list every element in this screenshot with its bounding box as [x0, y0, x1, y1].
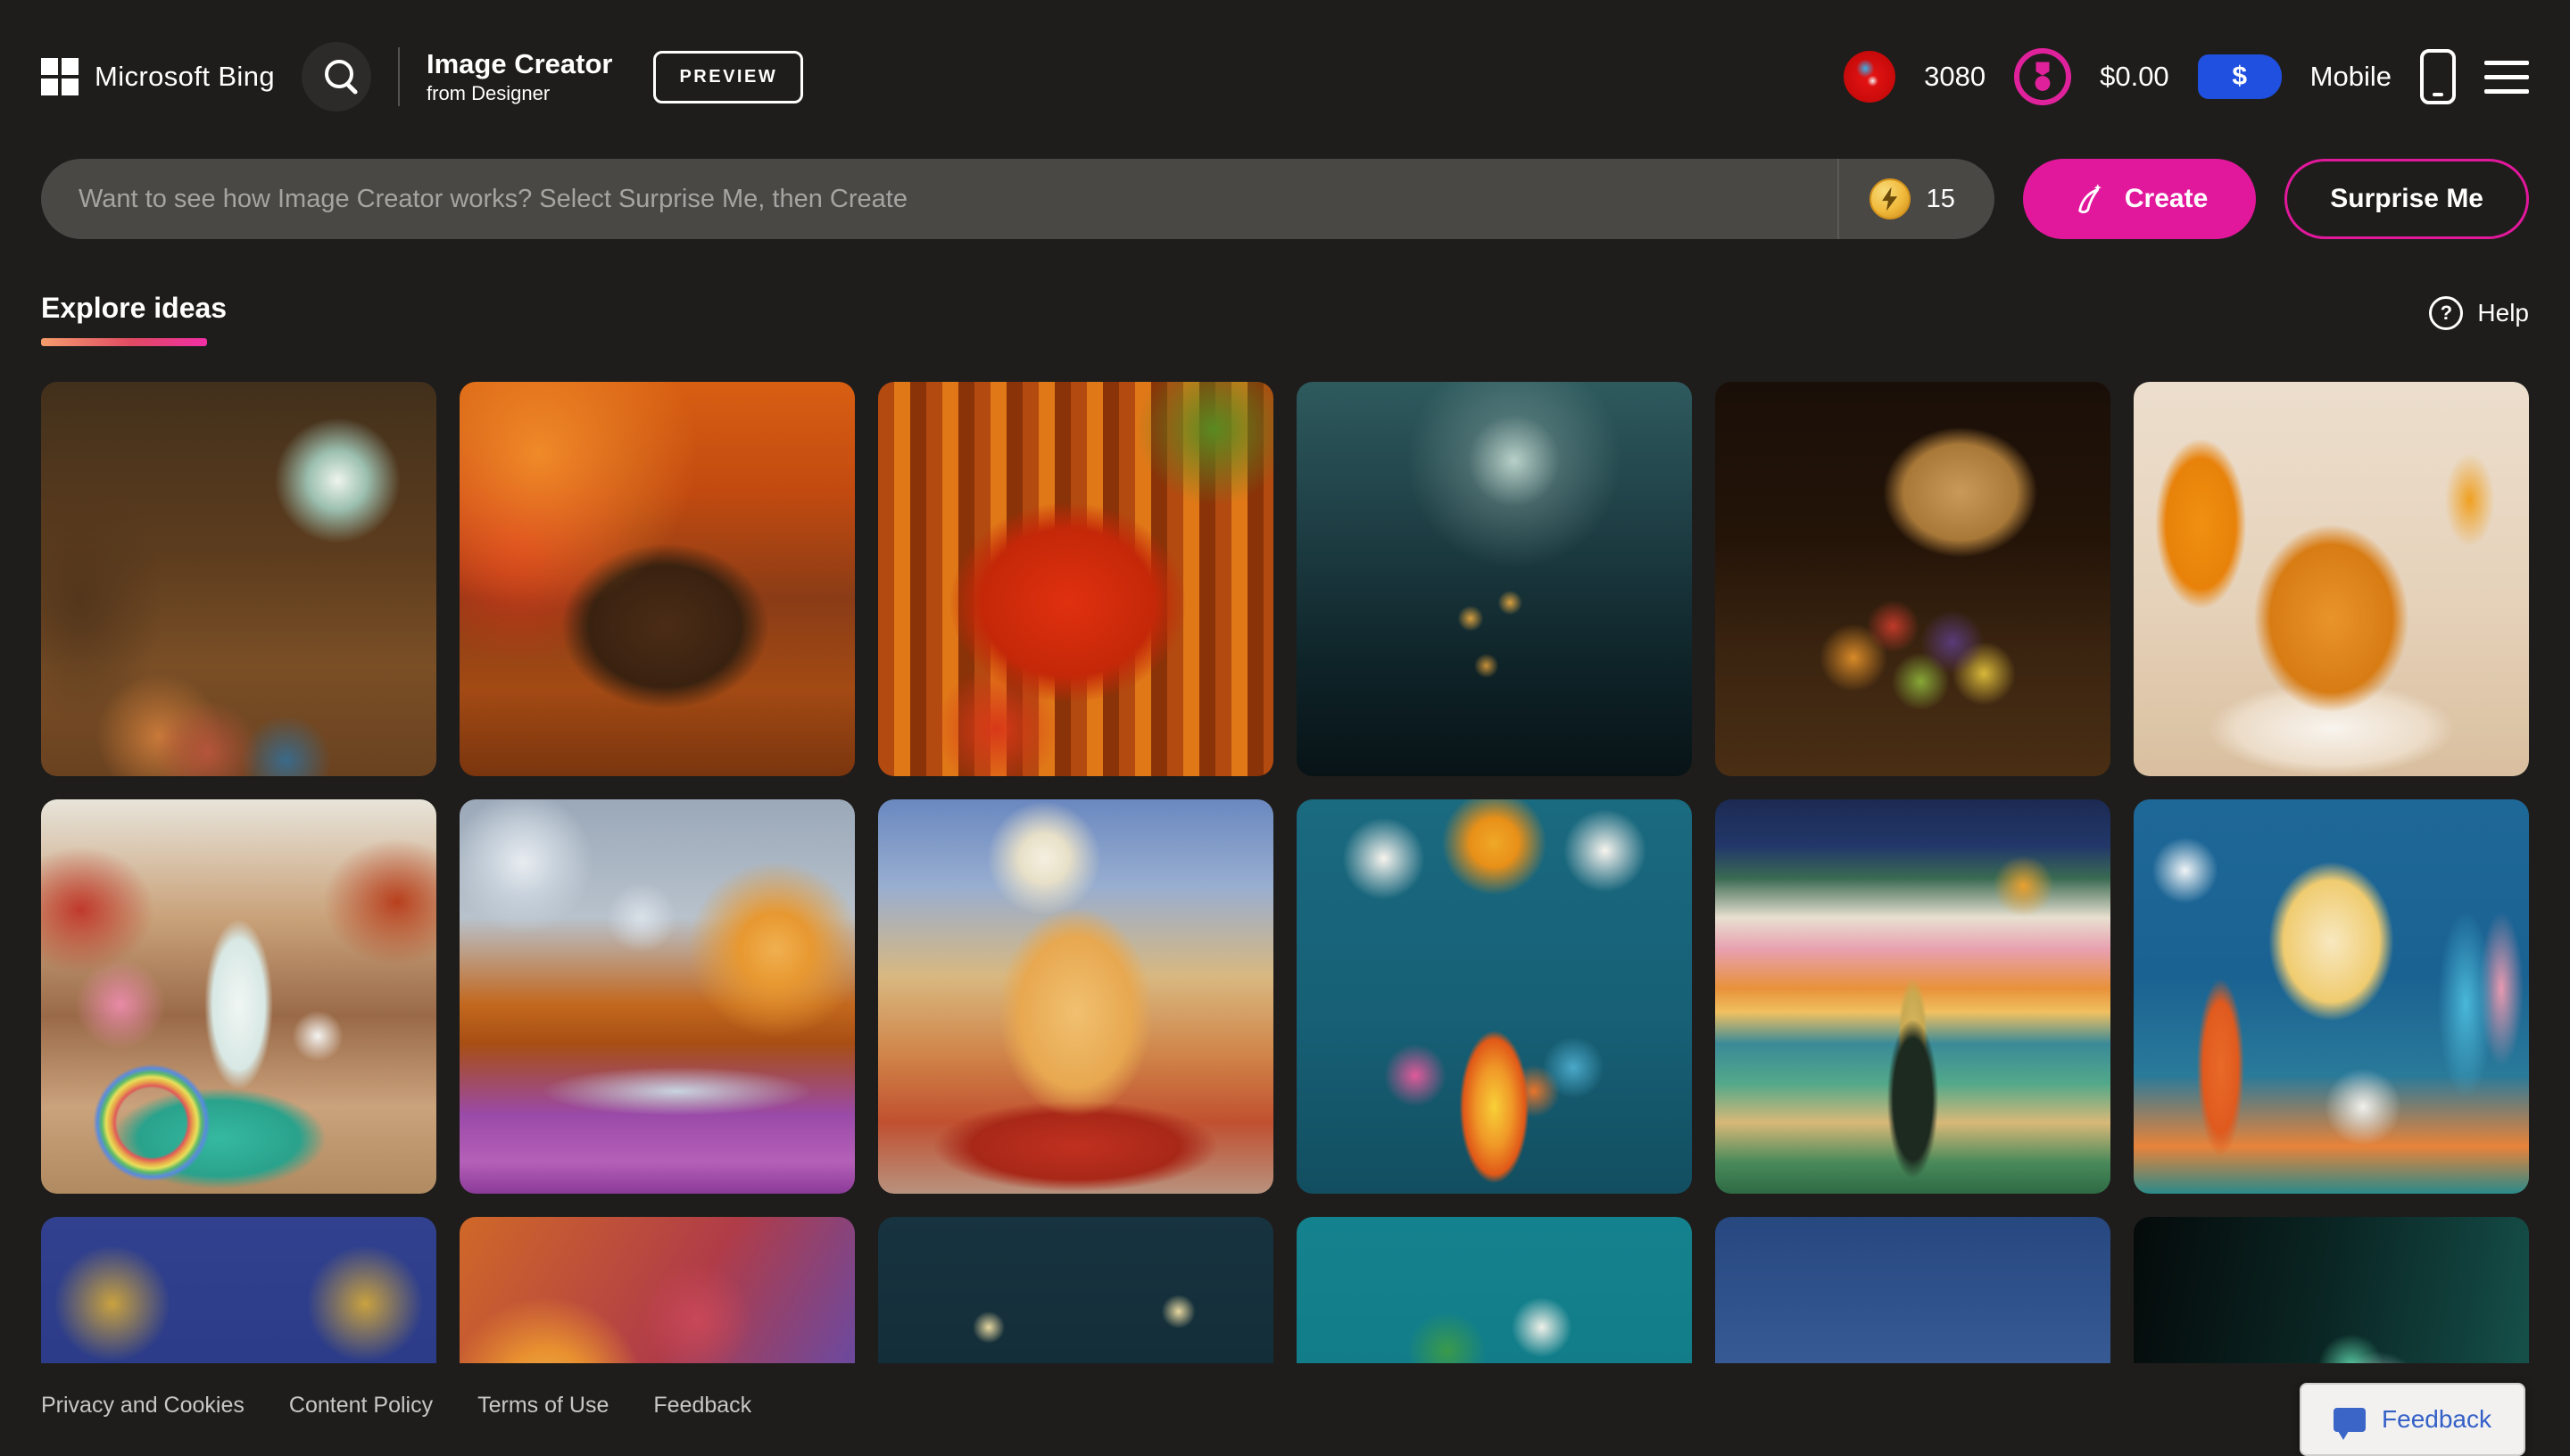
boost-count: 15: [1927, 185, 1955, 214]
explore-tile-menorah-art-nouveau[interactable]: [41, 1217, 436, 1363]
explore-grid: [41, 382, 2529, 1363]
explore-tile-autumn-forest-cabin[interactable]: [460, 382, 855, 776]
explore-tile-bears-cozy-den-picnic[interactable]: [41, 382, 436, 776]
footer-link-terms[interactable]: Terms of Use: [477, 1393, 609, 1419]
explore-title-block: Explore ideas: [41, 293, 227, 346]
surprise-me-button[interactable]: Surprise Me: [2284, 159, 2529, 239]
explore-tile-waterfall-rainbow-unicorn[interactable]: [41, 799, 436, 1194]
brand-title[interactable]: Microsoft Bing: [95, 61, 275, 93]
rewards-medal-button[interactable]: [2014, 48, 2071, 105]
help-button[interactable]: ? Help: [2429, 296, 2529, 330]
footer: Privacy and Cookies Content Policy Terms…: [0, 1365, 2570, 1445]
header-divider: [398, 47, 400, 106]
avatar[interactable]: [1844, 51, 1895, 103]
boost-counter[interactable]: 15: [1837, 159, 1994, 239]
feedback-button-label: Feedback: [2382, 1405, 2491, 1434]
header-right-group: 3080 $0.00 $ Mobile: [1844, 48, 2529, 105]
explore-title-underline: [41, 338, 207, 346]
create-button[interactable]: Create: [2023, 159, 2256, 239]
explore-tile-snowy-village-dusk[interactable]: [1715, 1217, 2110, 1363]
explore-tile-thanksgiving-cornucopia[interactable]: [1715, 382, 2110, 776]
explore-tile-papercraft-tokyo-skyline[interactable]: [2134, 799, 2529, 1194]
microsoft-logo-icon[interactable]: [41, 58, 79, 95]
paintbrush-sparkle-icon: [2071, 180, 2109, 218]
explore-title: Explore ideas: [41, 293, 227, 324]
search-icon: [325, 60, 353, 88]
hamburger-menu-button[interactable]: [2484, 61, 2529, 94]
rewards-points: 3080: [1924, 61, 1986, 93]
explore-tile-retro-robot-goggles[interactable]: [2134, 1217, 2529, 1363]
boost-coin-icon: [1869, 178, 1911, 219]
explore-tile-festive-fish-ornament[interactable]: [1297, 1217, 1692, 1363]
balance-amount: $0.00: [2100, 61, 2169, 93]
explore-tile-red-maple-leaves[interactable]: [878, 382, 1273, 776]
preview-badge[interactable]: PREVIEW: [653, 51, 803, 103]
top-header: Microsoft Bing Image Creator from Design…: [0, 0, 2570, 153]
mobile-phone-icon[interactable]: [2420, 49, 2456, 104]
prompt-input[interactable]: [41, 185, 1837, 214]
app-title-block: Image Creator from Designer: [427, 50, 612, 103]
surprise-me-label: Surprise Me: [2330, 184, 2483, 214]
explore-tile-felt-bonfire-gathering[interactable]: [1297, 799, 1692, 1194]
footer-link-feedback[interactable]: Feedback: [653, 1393, 751, 1419]
page-title: Image Creator: [427, 50, 612, 78]
explore-tile-felt-landscape-girl[interactable]: [1715, 799, 2110, 1194]
speech-bubble-icon: [2334, 1408, 2366, 1432]
explore-tile-crescent-moon-city-parade[interactable]: [878, 799, 1273, 1194]
footer-link-privacy[interactable]: Privacy and Cookies: [41, 1393, 245, 1419]
explore-header-row: Explore ideas ? Help: [0, 293, 2570, 346]
explore-tile-pancakes-and-orange-juice[interactable]: [2134, 382, 2529, 776]
explore-tile-hanging-stars-night[interactable]: [878, 1217, 1273, 1363]
page-subtitle: from Designer: [427, 84, 612, 103]
dollar-icon: $: [2232, 62, 2247, 92]
lightning-bolt-icon: [1882, 187, 1897, 211]
prompt-searchbox[interactable]: 15: [41, 159, 1994, 239]
header-search-button[interactable]: [302, 42, 371, 112]
explore-tile-paper-quilling-ornaments[interactable]: [460, 1217, 855, 1363]
money-badge-button[interactable]: $: [2198, 54, 2282, 99]
question-mark-icon: ?: [2429, 296, 2463, 330]
device-label: Mobile: [2310, 61, 2392, 93]
footer-link-content-policy[interactable]: Content Policy: [289, 1393, 433, 1419]
prompt-row: 15 Create Surprise Me: [0, 159, 2570, 239]
explore-tile-gothic-vampire-castle[interactable]: [1297, 382, 1692, 776]
medal-icon: [2029, 61, 2056, 93]
help-label: Help: [2477, 299, 2529, 327]
explore-tile-planet-sky-autumn-valley[interactable]: [460, 799, 855, 1194]
create-label: Create: [2125, 184, 2208, 214]
